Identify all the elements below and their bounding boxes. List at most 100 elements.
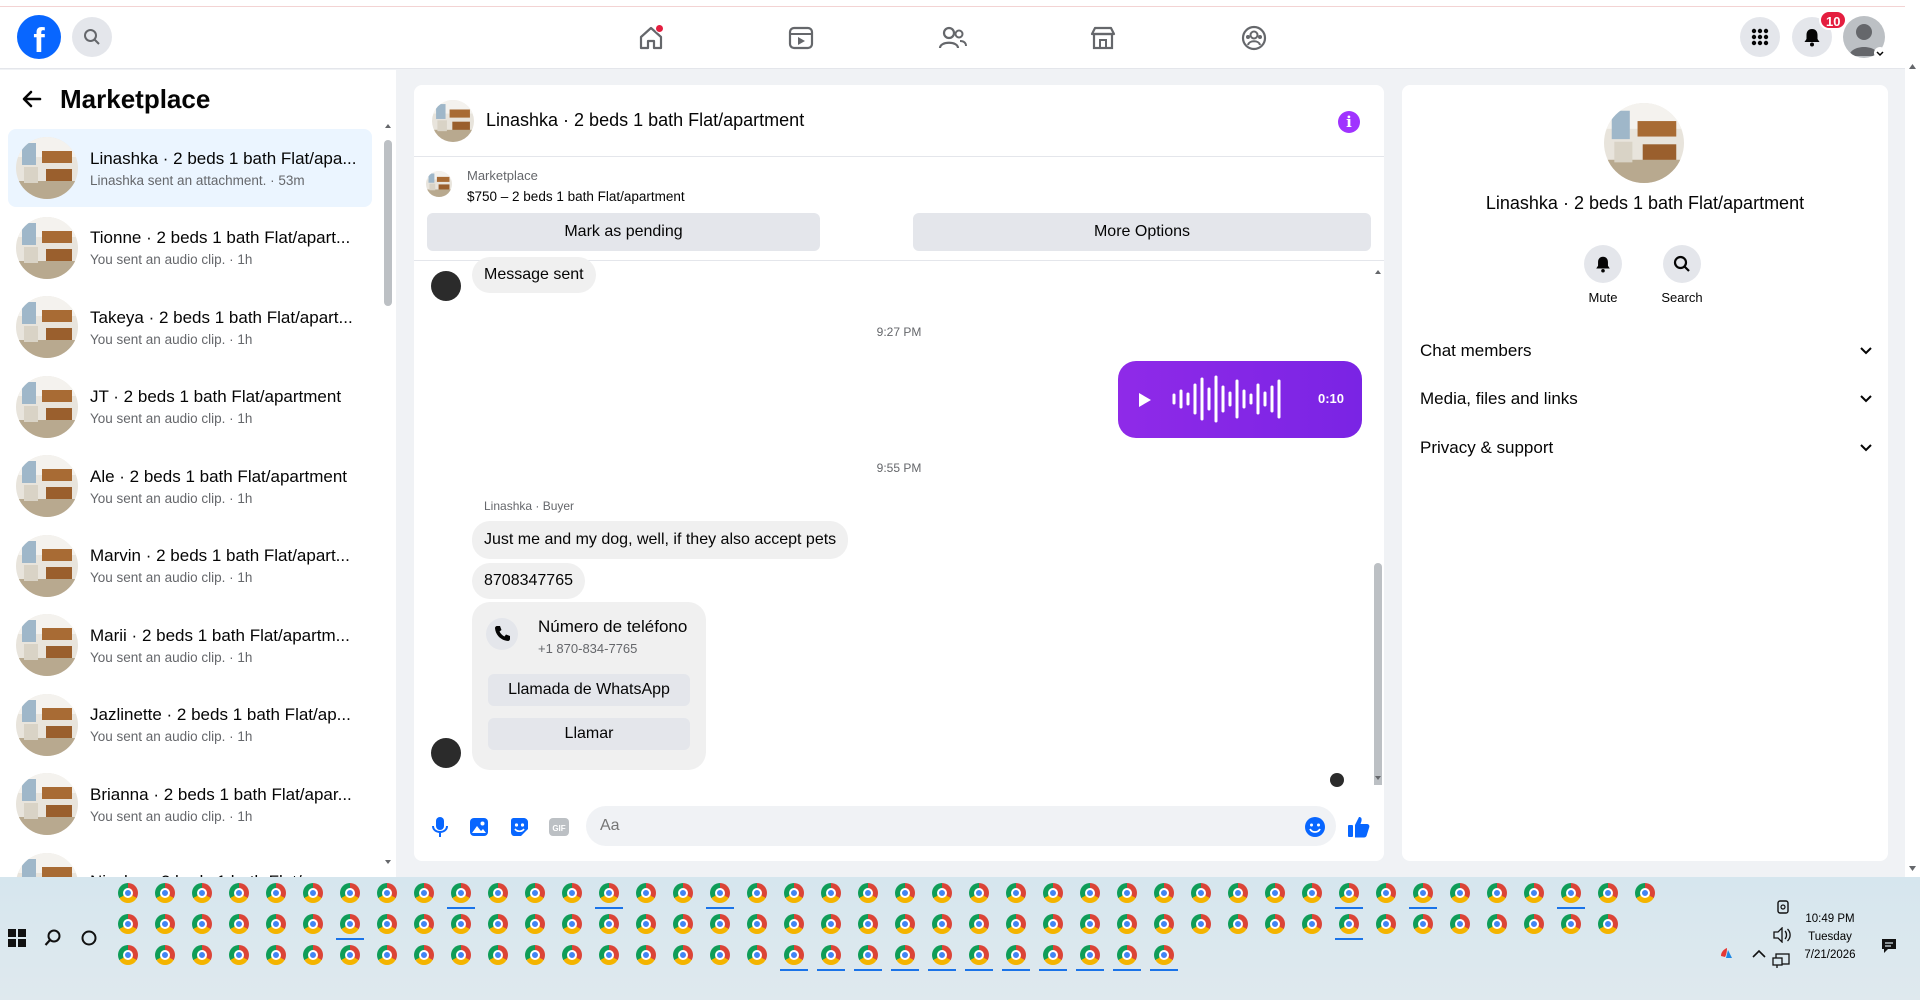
- chrome-taskbar-icon[interactable]: [155, 914, 175, 934]
- photo-button[interactable]: [467, 815, 491, 839]
- chat-scrollbar[interactable]: [1373, 265, 1383, 785]
- app-tray-icon[interactable]: [1718, 944, 1736, 962]
- chrome-taskbar-icon[interactable]: [599, 883, 619, 903]
- chrome-taskbar-icon[interactable]: [229, 945, 249, 965]
- video-nav[interactable]: [784, 21, 818, 55]
- chrome-taskbar-icon[interactable]: [1524, 914, 1544, 934]
- chrome-taskbar-icon[interactable]: [1006, 914, 1026, 934]
- chrome-taskbar-icon[interactable]: [414, 945, 434, 965]
- chrome-taskbar-icon[interactable]: [303, 883, 323, 903]
- chrome-taskbar-icon[interactable]: [1080, 883, 1100, 903]
- chrome-taskbar-icon[interactable]: [118, 883, 138, 903]
- chrome-taskbar-icon[interactable]: [1043, 883, 1063, 903]
- chrome-taskbar-icon[interactable]: [932, 883, 952, 903]
- chrome-taskbar-icon[interactable]: [1487, 883, 1507, 903]
- chrome-taskbar-icon[interactable]: [451, 945, 471, 965]
- chrome-taskbar-icon[interactable]: [377, 945, 397, 965]
- chevron-down-icon[interactable]: [1874, 47, 1886, 59]
- chrome-taskbar-icon[interactable]: [673, 914, 693, 934]
- play-icon[interactable]: [1138, 392, 1152, 408]
- chrome-taskbar-icon[interactable]: [1635, 883, 1655, 903]
- sticker-button[interactable]: [507, 815, 531, 839]
- chrome-taskbar-icon[interactable]: [599, 945, 619, 965]
- chrome-taskbar-icon[interactable]: [1265, 883, 1285, 903]
- chrome-taskbar-icon[interactable]: [488, 883, 508, 903]
- chat-listing-thumbnail[interactable]: [432, 100, 474, 142]
- whatsapp-call-button[interactable]: Llamada de WhatsApp: [488, 674, 690, 706]
- chrome-taskbar-icon[interactable]: [1191, 883, 1211, 903]
- chrome-taskbar-icon[interactable]: [1080, 914, 1100, 934]
- chrome-taskbar-icon[interactable]: [858, 914, 878, 934]
- page-scrollbar[interactable]: [1905, 0, 1920, 877]
- more-options-button[interactable]: More Options: [913, 213, 1371, 251]
- chrome-taskbar-icon[interactable]: [562, 945, 582, 965]
- chrome-taskbar-icon[interactable]: [1228, 883, 1248, 903]
- chrome-taskbar-icon[interactable]: [414, 883, 434, 903]
- chrome-taskbar-icon[interactable]: [1117, 883, 1137, 903]
- chrome-taskbar-icon[interactable]: [451, 883, 471, 903]
- chrome-taskbar-icon[interactable]: [821, 945, 841, 965]
- chrome-taskbar-icon[interactable]: [1376, 914, 1396, 934]
- chrome-taskbar-icon[interactable]: [118, 914, 138, 934]
- chrome-taskbar-icon[interactable]: [710, 883, 730, 903]
- chrome-taskbar-icon[interactable]: [1598, 914, 1618, 934]
- chrome-taskbar-icon[interactable]: [1487, 914, 1507, 934]
- chrome-taskbar-icon[interactable]: [1006, 883, 1026, 903]
- microphone-button[interactable]: [428, 815, 452, 839]
- search-button[interactable]: [72, 17, 112, 57]
- chrome-taskbar-icon[interactable]: [525, 945, 545, 965]
- conversation-item[interactable]: Nicolas · 2 beds 1 bath Flat/apar...: [8, 845, 372, 877]
- chrome-taskbar-icon[interactable]: [192, 945, 212, 965]
- chrome-taskbar-icon[interactable]: [673, 883, 693, 903]
- emoji-button[interactable]: [1303, 815, 1327, 839]
- menu-button[interactable]: [1740, 17, 1780, 57]
- chrome-taskbar-icon[interactable]: [266, 914, 286, 934]
- chrome-taskbar-icon[interactable]: [969, 945, 989, 965]
- section-privacy-support[interactable]: Privacy & support: [1420, 428, 1872, 468]
- chrome-taskbar-icon[interactable]: [414, 914, 434, 934]
- chrome-taskbar-icon[interactable]: [858, 883, 878, 903]
- chrome-taskbar-icon[interactable]: [895, 945, 915, 965]
- chrome-taskbar-icon[interactable]: [747, 914, 767, 934]
- chat-title[interactable]: Linashka · 2 beds 1 bath Flat/apartment: [486, 110, 804, 131]
- volume-icon[interactable]: [1772, 927, 1792, 943]
- chrome-taskbar-icon[interactable]: [1080, 945, 1100, 965]
- chrome-taskbar-icon[interactable]: [1450, 883, 1470, 903]
- chrome-taskbar-icon[interactable]: [969, 914, 989, 934]
- chrome-taskbar-icon[interactable]: [710, 914, 730, 934]
- chrome-taskbar-icon[interactable]: [710, 945, 730, 965]
- conversation-item[interactable]: Takeya · 2 beds 1 bath Flat/apart... You …: [8, 288, 372, 366]
- chrome-taskbar-icon[interactable]: [488, 914, 508, 934]
- message-bubble[interactable]: 8708347765: [472, 563, 585, 599]
- home-nav[interactable]: [634, 21, 668, 55]
- listing-thumbnail[interactable]: [426, 171, 452, 197]
- chrome-taskbar-icon[interactable]: [636, 945, 656, 965]
- network-icon[interactable]: [1772, 953, 1790, 969]
- chrome-taskbar-icon[interactable]: [266, 945, 286, 965]
- cortana-icon[interactable]: [80, 929, 98, 947]
- chrome-taskbar-icon[interactable]: [636, 914, 656, 934]
- chrome-taskbar-icon[interactable]: [192, 914, 212, 934]
- chrome-taskbar-icon[interactable]: [673, 945, 693, 965]
- section-media-files-links[interactable]: Media, files and links: [1420, 379, 1872, 419]
- chrome-taskbar-icon[interactable]: [303, 914, 323, 934]
- chrome-taskbar-icon[interactable]: [1154, 945, 1174, 965]
- chevron-up-icon[interactable]: [1752, 949, 1766, 959]
- mute-button[interactable]: [1584, 245, 1622, 283]
- chrome-taskbar-icon[interactable]: [1561, 883, 1581, 903]
- message-bubble[interactable]: Just me and my dog, well, if they also a…: [472, 521, 849, 559]
- chrome-taskbar-icon[interactable]: [1154, 914, 1174, 934]
- chrome-taskbar-icon[interactable]: [1117, 945, 1137, 965]
- chrome-taskbar-icon[interactable]: [488, 945, 508, 965]
- conversation-item[interactable]: Marvin · 2 beds 1 bath Flat/apart... You …: [8, 527, 372, 605]
- back-arrow-icon[interactable]: [20, 87, 44, 111]
- taskbar-search-icon[interactable]: [44, 929, 62, 947]
- chrome-taskbar-icon[interactable]: [1117, 914, 1137, 934]
- chrome-taskbar-icon[interactable]: [1561, 914, 1581, 934]
- chrome-taskbar-icon[interactable]: [747, 945, 767, 965]
- tablet-mode-icon[interactable]: [1775, 899, 1791, 915]
- chrome-taskbar-icon[interactable]: [1413, 914, 1433, 934]
- chrome-taskbar-icon[interactable]: [229, 883, 249, 903]
- chrome-taskbar-icon[interactable]: [1339, 883, 1359, 903]
- chrome-taskbar-icon[interactable]: [303, 945, 323, 965]
